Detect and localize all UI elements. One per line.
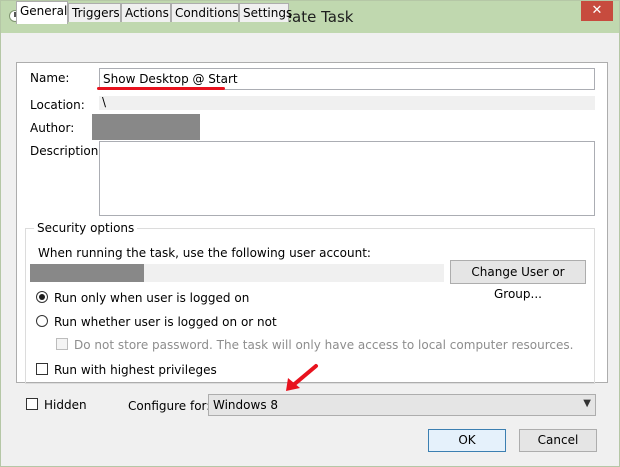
tab-triggers[interactable]: Triggers: [68, 3, 121, 22]
tab-settings[interactable]: Settings: [239, 3, 292, 22]
name-label: Name:: [30, 71, 70, 85]
create-task-window: Create Task ✕ General Triggers Actions C…: [0, 0, 620, 467]
location-value-box: \: [99, 95, 595, 110]
author-label: Author:: [30, 121, 75, 135]
no-store-password-label: Do not store password. The task will onl…: [74, 338, 574, 352]
description-field[interactable]: [99, 141, 595, 216]
no-store-password-checkbox[interactable]: [56, 338, 68, 350]
tab-actions[interactable]: Actions: [121, 3, 171, 22]
configure-for-select[interactable]: Windows 8 ▼: [208, 394, 596, 416]
hidden-checkbox[interactable]: [26, 398, 38, 410]
account-prompt: When running the task, use the following…: [38, 246, 371, 260]
change-user-button[interactable]: Change User or Group...: [450, 260, 586, 301]
name-field-value: Show Desktop @ Start: [103, 72, 238, 86]
tab-general[interactable]: General: [16, 1, 68, 24]
author-redacted: [92, 114, 200, 140]
user-account-box: [30, 264, 444, 282]
highest-privileges-checkbox[interactable]: [36, 363, 48, 375]
red-underline-annotation: [97, 87, 225, 90]
security-options-title: Security options: [34, 221, 138, 235]
cancel-button[interactable]: Cancel: [519, 429, 597, 452]
close-button[interactable]: ✕: [581, 1, 613, 21]
highest-privileges-label[interactable]: Run with highest privileges: [54, 363, 217, 377]
configure-for-label: Configure for:: [128, 399, 211, 413]
red-arrow-annotation-icon: [286, 364, 318, 391]
location-value: \: [102, 95, 107, 109]
chevron-down-icon: ▼: [583, 398, 591, 409]
run-whether-label[interactable]: Run whether user is logged on or not: [54, 315, 277, 329]
user-account-redacted: [30, 264, 144, 282]
ok-button[interactable]: OK: [428, 429, 506, 452]
tab-conditions[interactable]: Conditions: [171, 3, 239, 22]
run-logged-on-radio[interactable]: [36, 291, 48, 303]
configure-for-value: Windows 8: [213, 398, 279, 412]
hidden-label[interactable]: Hidden: [44, 398, 87, 412]
location-label: Location:: [30, 98, 85, 112]
run-logged-on-label[interactable]: Run only when user is logged on: [54, 291, 249, 305]
description-label: Description:: [30, 144, 103, 158]
run-whether-radio[interactable]: [36, 315, 48, 327]
